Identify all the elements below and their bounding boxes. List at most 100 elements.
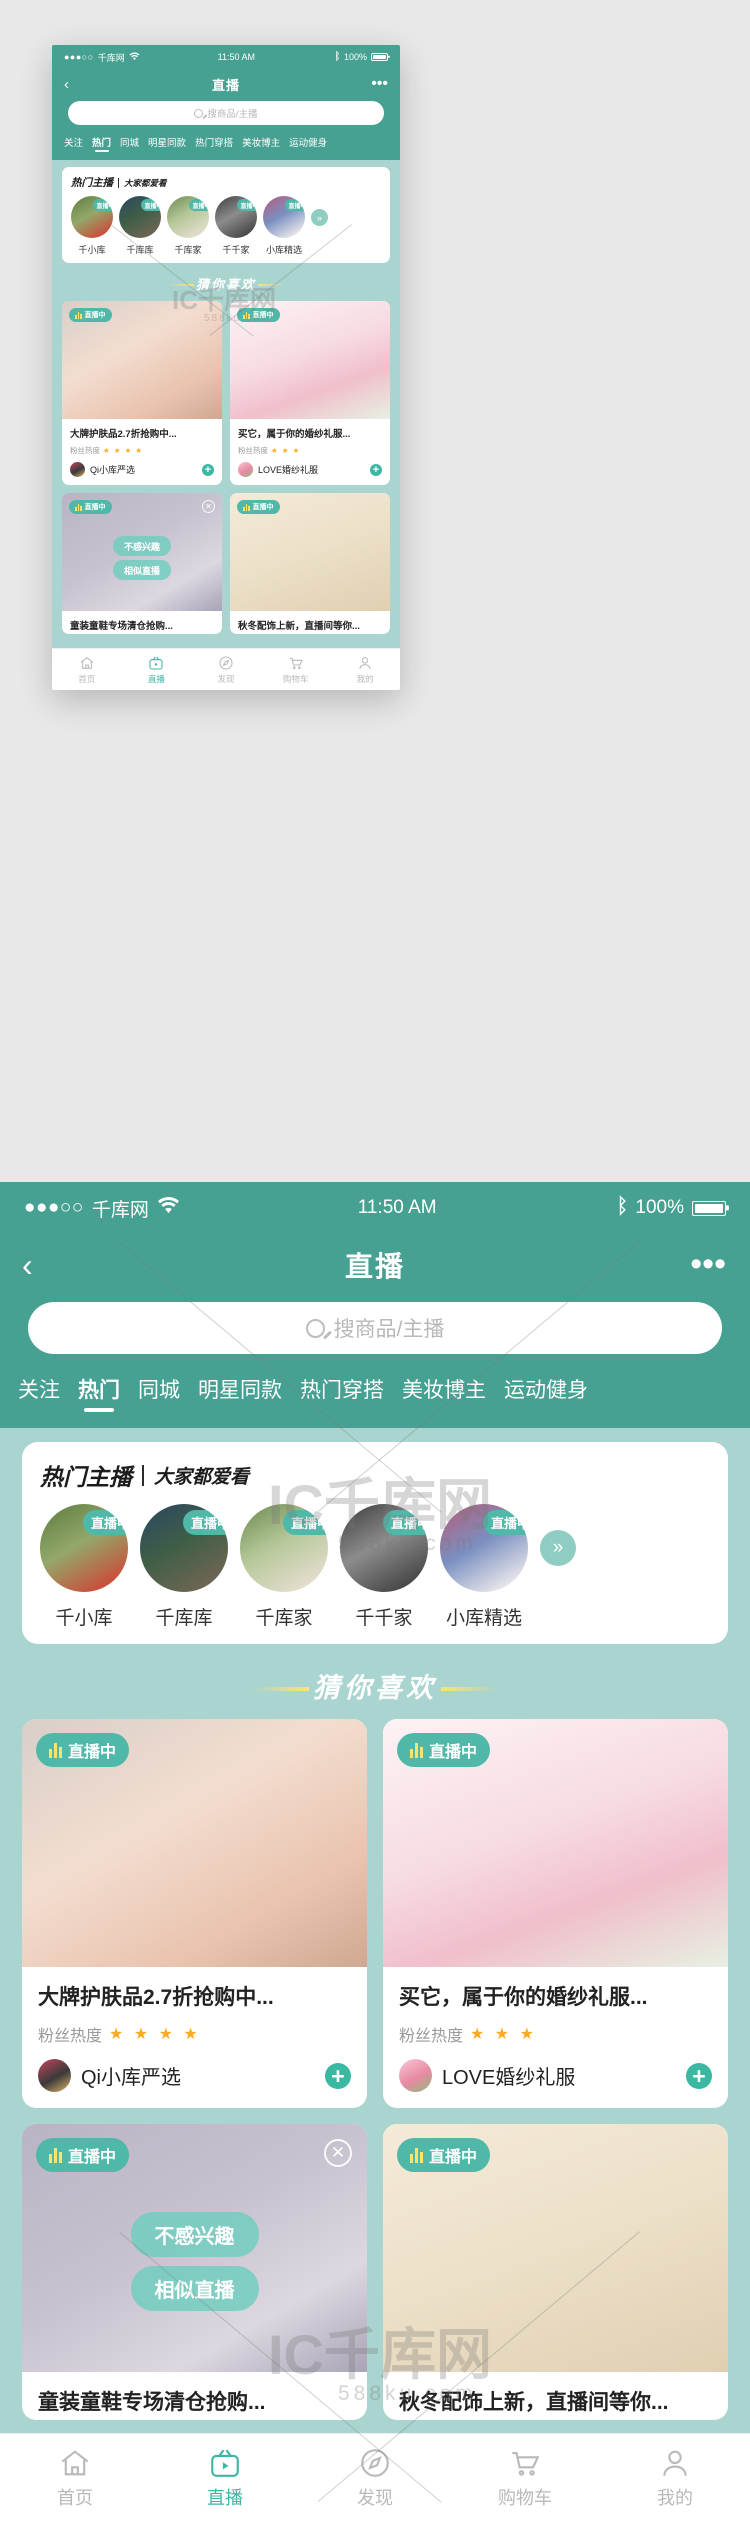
tab-chuanda[interactable]: 热门穿搭 xyxy=(300,1374,384,1412)
star-rating: ★ ★ ★ xyxy=(470,2026,537,2043)
tab-mingxing[interactable]: 明星同款 xyxy=(148,135,186,152)
live-card[interactable]: 直播中 买它，属于你的婚纱礼服... 粉丝热度 ★ ★ ★ LOVE婚纱礼服 + xyxy=(230,301,390,485)
anchor-name: 千小库 xyxy=(78,245,106,255)
tab-meizhuang[interactable]: 美妆博主 xyxy=(242,135,280,152)
anchor-item[interactable]: 直播中 千库库 xyxy=(119,196,161,256)
app-header: ‹ 直播 ••• xyxy=(52,69,400,99)
signal-bars-icon xyxy=(75,503,82,511)
fan-heat-row: 粉丝热度 ★ ★ ★ xyxy=(238,445,382,456)
tab-remen[interactable]: 热门 xyxy=(78,1374,120,1412)
tab-chuanda[interactable]: 热门穿搭 xyxy=(195,135,233,152)
live-card[interactable]: 直播中 ✕ 不感兴趣 相似直播 童装童鞋专场清仓抢购... xyxy=(22,2124,367,2420)
plus-icon[interactable]: + xyxy=(686,2062,712,2089)
tab-mine[interactable]: 我的 xyxy=(600,2446,750,2510)
tab-home[interactable]: 首页 xyxy=(0,2446,150,2510)
live-card[interactable]: 直播中 大牌护肤品2.7折抢购中... 粉丝热度 ★ ★ ★ ★ Qi小库严选 … xyxy=(22,1719,367,2108)
tab-home[interactable]: 首页 xyxy=(52,655,122,685)
similar-live-button[interactable]: 相似直播 xyxy=(112,560,172,580)
close-circle-icon[interactable]: ✕ xyxy=(202,500,215,513)
shop-name: Qi小库严选 xyxy=(90,465,136,475)
live-card[interactable]: 直播中 买它，属于你的婚纱礼服... 粉丝热度 ★ ★ ★ LOVE婚纱礼服 + xyxy=(383,1719,728,2108)
more-options-button[interactable]: ••• xyxy=(371,75,388,92)
tab-discover[interactable]: 发现 xyxy=(300,2446,450,2510)
not-interested-button[interactable]: 不感兴趣 xyxy=(130,2212,259,2257)
tab-tongcheng[interactable]: 同城 xyxy=(138,1374,180,1412)
shop-avatar xyxy=(238,462,253,477)
live-card[interactable]: 直播中 秋冬配饰上新，直播间等你... xyxy=(383,2124,728,2420)
anchor-item[interactable]: 直播中 千小库 xyxy=(40,1504,128,1630)
back-button[interactable]: ‹ xyxy=(64,76,69,93)
tab-discover[interactable]: 发现 xyxy=(191,655,261,685)
anchor-item[interactable]: 直播中 小库精选 xyxy=(263,196,305,256)
anchor-item[interactable]: 直播中 千小库 xyxy=(71,196,113,256)
tab-mine[interactable]: 我的 xyxy=(330,655,400,685)
anchor-item[interactable]: 直播中 千库家 xyxy=(167,196,209,256)
plus-icon[interactable]: + xyxy=(202,463,214,476)
plus-icon[interactable]: + xyxy=(370,463,382,476)
tab-live[interactable]: 直播 xyxy=(122,655,192,685)
back-button[interactable]: ‹ xyxy=(22,1247,33,1284)
anchor-name: 小库精选 xyxy=(265,245,302,255)
tab-live[interactable]: 直播 xyxy=(150,2446,300,2510)
shop-row[interactable]: LOVE婚纱礼服 + xyxy=(399,2059,712,2092)
tab-cart[interactable]: 购物车 xyxy=(261,655,331,685)
signal-bars-icon xyxy=(243,311,250,319)
tab-yundong[interactable]: 运动健身 xyxy=(504,1374,588,1412)
chevron-double-right-icon[interactable]: » xyxy=(540,1530,576,1566)
anchor-item[interactable]: 直播中 千千家 xyxy=(340,1504,428,1630)
tab-meizhuang[interactable]: 美妆博主 xyxy=(402,1374,486,1412)
bottom-tab-bar: 首页 直播 发现 购物车 我的 xyxy=(0,2433,750,2521)
live-badge: 直播中 xyxy=(182,1510,228,1535)
scroll-content: 热门主播 大家都爱看 直播中 千小库 直播中 千库库 直播中 千库家 直播中 千… xyxy=(0,1428,750,2420)
hot-anchors-subtitle: 大家都爱看 xyxy=(154,1466,250,1488)
tab-remen[interactable]: 热门 xyxy=(92,135,111,152)
page-title: 直播 xyxy=(344,1251,405,1282)
search-input[interactable]: 搜商品/主播 xyxy=(68,101,384,125)
thumbnail: 直播中 xyxy=(62,301,222,419)
tab-cart[interactable]: 购物车 xyxy=(450,2446,600,2510)
live-card[interactable]: 直播中 秋冬配饰上新，直播间等你... xyxy=(230,493,390,634)
search-input[interactable]: 搜商品/主播 xyxy=(28,1302,722,1354)
tab-tongcheng[interactable]: 同城 xyxy=(120,135,139,152)
category-tabs: 关注 热门 同城 明星同款 热门穿搭 美妆博主 运动健身 xyxy=(52,133,400,160)
shop-row[interactable]: LOVE婚纱礼服 + xyxy=(238,462,382,477)
shop-name: LOVE婚纱礼服 xyxy=(442,2067,576,2089)
thumbnail: 直播中 xyxy=(383,2124,728,2372)
live-badge: 直播中 xyxy=(237,500,280,514)
tab-mingxing[interactable]: 明星同款 xyxy=(198,1374,282,1412)
tab-label: 直播 xyxy=(147,673,165,684)
card-title: 大牌护肤品2.7折抢购中... xyxy=(38,1986,274,2009)
fan-heat-row: 粉丝热度 ★ ★ ★ ★ xyxy=(70,445,214,456)
chevron-double-right-icon[interactable]: » xyxy=(311,209,328,226)
status-time: 11:50 AM xyxy=(217,52,256,62)
tab-guanzhu[interactable]: 关注 xyxy=(18,1374,60,1412)
tab-guanzhu[interactable]: 关注 xyxy=(64,135,83,152)
close-circle-icon[interactable]: ✕ xyxy=(324,2139,352,2167)
live-card[interactable]: 直播中 ✕ 不感兴趣 相似直播 童装童鞋专场清仓抢购... xyxy=(62,493,222,634)
page-title: 直播 xyxy=(211,77,240,93)
anchor-item[interactable]: 直播中 千千家 xyxy=(215,196,257,256)
not-interested-button[interactable]: 不感兴趣 xyxy=(112,536,172,556)
live-badge: 直播中 xyxy=(69,308,112,322)
anchor-item[interactable]: 直播中 小库精选 xyxy=(440,1504,528,1630)
tab-label: 购物车 xyxy=(498,2487,552,2508)
shop-row[interactable]: Qi小库严选 + xyxy=(70,462,214,477)
more-options-button[interactable]: ••• xyxy=(690,1248,726,1281)
live-card[interactable]: 直播中 大牌护肤品2.7折抢购中... 粉丝热度 ★ ★ ★ ★ Qi小库严选 … xyxy=(62,301,222,485)
wifi-icon xyxy=(157,1196,180,1221)
avatar: 直播中 xyxy=(263,196,305,238)
star-rating: ★ ★ ★ xyxy=(271,446,301,455)
status-time: 11:50 AM xyxy=(357,1197,437,1218)
similar-live-button[interactable]: 相似直播 xyxy=(130,2266,259,2311)
card-title: 童装童鞋专场清仓抢购... xyxy=(38,2391,266,2414)
anchor-item[interactable]: 直播中 千库家 xyxy=(240,1504,328,1630)
live-badge: 直播中 xyxy=(397,2138,491,2172)
heat-label: 粉丝热度 xyxy=(238,446,268,455)
battery-percent: 100% xyxy=(635,1197,684,1218)
shop-row[interactable]: Qi小库严选 + xyxy=(38,2059,351,2092)
tab-yundong[interactable]: 运动健身 xyxy=(289,135,327,152)
anchor-item[interactable]: 直播中 千库库 xyxy=(140,1504,228,1630)
hot-anchors-header: 热门主播 大家都爱看 xyxy=(71,175,381,190)
live-badge: 直播中 xyxy=(188,199,209,211)
plus-icon[interactable]: + xyxy=(325,2062,351,2089)
